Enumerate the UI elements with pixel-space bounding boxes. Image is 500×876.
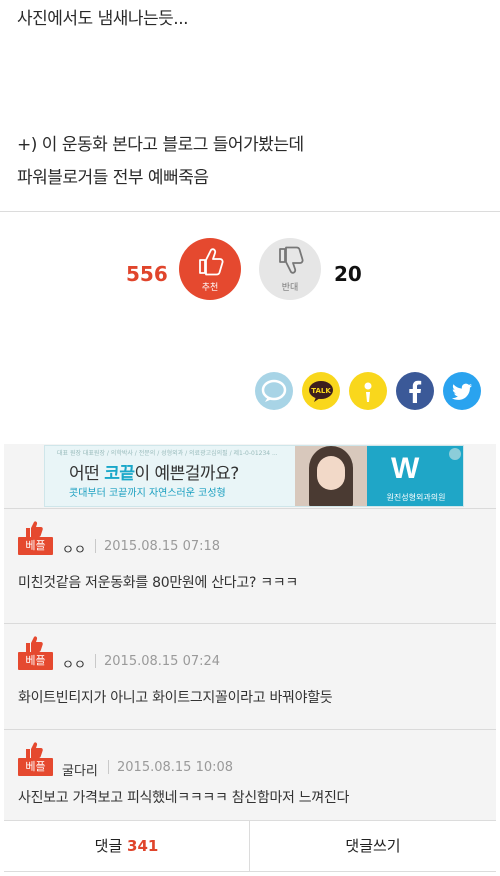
downvote-label: 반대 [281,283,299,293]
ad-disclaimer: 대표 원장 대표원장 / 의학박사 / 전문의 / 성형외과 / 의료광고심의필… [57,450,278,457]
comment-date: 2015.08.15 07:24 [104,654,221,669]
write-comment-label: 댓글쓰기 [345,837,401,855]
kakaostory-icon [364,382,372,402]
divider [4,729,496,730]
comment-date: 2015.08.15 10:08 [117,760,234,775]
divider [95,539,96,553]
twitter-share[interactable] [443,372,481,410]
comments-tab-label: 댓글 [94,837,123,855]
best-comment-badge: 베플 [18,537,53,555]
comment-item: 베플 ㅇㅇ 2015.08.15 07:18 미친것같음 저운동화를 80만원에… [4,508,496,623]
twitter-icon [451,383,472,400]
divider [4,623,496,624]
downvote-count: 20 [334,262,362,286]
thumbs-up-icon [199,248,224,276]
thumbs-up-icon [26,636,43,652]
comment-date: 2015.08.15 07:18 [104,539,221,554]
bottom-action-bar: 댓글 341 댓글쓰기 [4,820,496,872]
divider [4,508,496,509]
divider [0,211,500,212]
ad-info-icon[interactable] [449,448,461,460]
downvote-button[interactable]: 반대 [259,238,321,300]
post-text-line: 파워블로거들 전부 예뻐죽음 [17,168,209,188]
thumbs-up-icon [26,521,43,537]
share-bar: TALK [0,372,500,412]
vote-bar: 556 추천 반대 20 [0,238,500,302]
facebook-share[interactable] [396,372,434,410]
divider [95,654,96,668]
comment-author: ㅇㅇ [62,543,86,558]
kakaotalk-share[interactable]: TALK [302,372,340,410]
facebook-icon [409,380,422,403]
ad-subline: 콧대부터 코끝까지 자연스러운 코성형 [69,488,226,499]
clinic-name: 원진성형외과의원 [386,493,446,502]
kakaostory-share[interactable] [349,372,387,410]
post-text-line: +) 이 운동화 본다고 블로그 들어가봤는데 [17,135,304,155]
post-body: 사진에서도 냄새나는듯... +) 이 운동화 본다고 블로그 들어가봤는데 파… [0,0,500,212]
ad-headline: 어떤 코끝이 예쁜걸까요? [69,464,239,484]
talk-label: TALK [311,387,331,395]
upvote-count: 556 [126,262,168,286]
ad-model-image [295,446,367,506]
comments-section: 대표 원장 대표원장 / 의학박사 / 전문의 / 성형외과 / 의료광고심의필… [4,444,496,820]
speech-bubble-share[interactable] [255,372,293,410]
post-text-line: 사진에서도 냄새나는듯... [17,9,189,29]
comments-count: 341 [127,837,159,855]
comment-text: 화이트빈티지가 아니고 화이트그지꼴이라고 바꿔야할듯 [18,690,333,706]
comment-item: 베플 ㅇㅇ 2015.08.15 07:24 화이트빈티지가 아니고 화이트그지… [4,623,496,729]
comments-tab[interactable]: 댓글 341 [4,821,249,871]
best-comment-badge: 베플 [18,758,53,776]
clinic-logo-mark: W [391,452,420,485]
comment-text: 사진보고 가격보고 피식했네ㅋㅋㅋㅋ 참신함마저 느껴진다 [18,790,350,806]
upvote-button[interactable]: 추천 [179,238,241,300]
thumbs-down-icon [279,246,304,274]
comment-item: 베플 굴다리 2015.08.15 10:08 사진보고 가격보고 피식했네ㅋㅋ… [4,729,496,820]
upvote-label: 추천 [201,283,219,293]
ad-banner[interactable]: 대표 원장 대표원장 / 의학박사 / 전문의 / 성형외과 / 의료광고심의필… [44,445,464,507]
comment-text: 미친것같음 저운동화를 80만원에 산다고? ㅋㅋㅋ [18,575,298,591]
kakaotalk-icon: TALK [309,381,333,402]
write-comment-button[interactable]: 댓글쓰기 [250,821,496,871]
comment-author: 굴다리 [62,764,98,779]
speech-bubble-icon [261,379,287,402]
best-comment-badge: 베플 [18,652,53,670]
divider [108,760,109,774]
thumbs-up-icon [26,742,43,758]
comment-author: ㅇㅇ [62,658,86,673]
